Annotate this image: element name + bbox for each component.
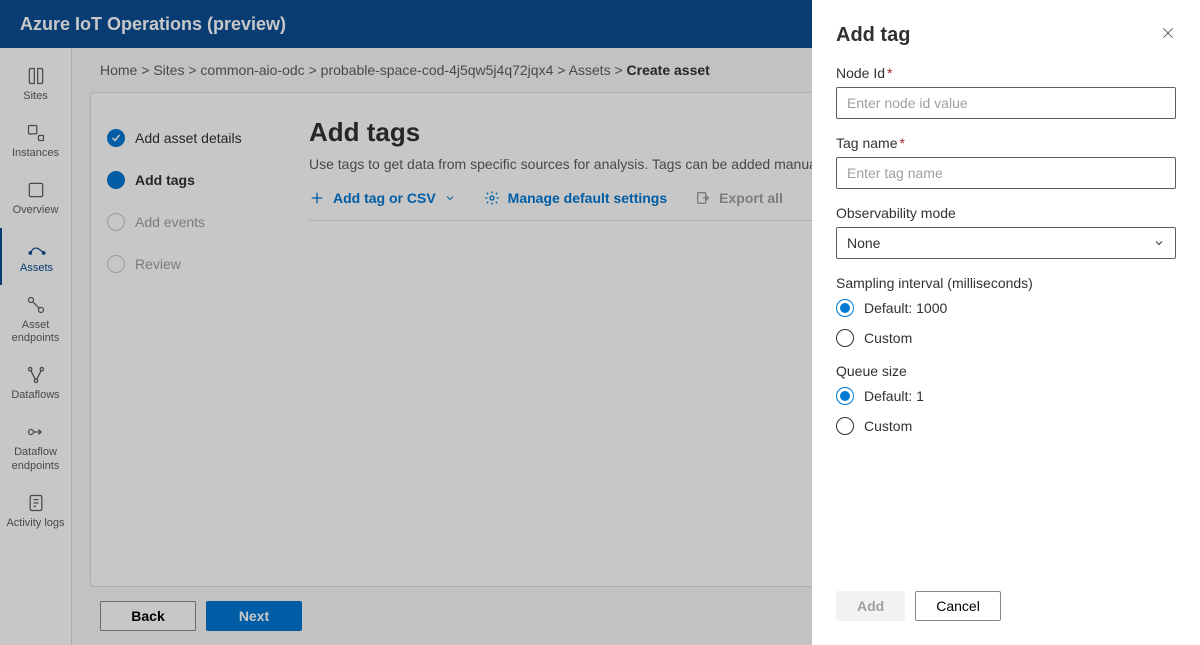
queue-label: Queue size [836,363,1176,379]
panel-cancel-button[interactable]: Cancel [915,591,1001,621]
radio-icon [836,417,854,435]
radio-icon [836,329,854,347]
sampling-custom-radio[interactable]: Custom [836,329,1176,347]
panel-header: Add tag [836,24,1176,47]
queue-group: Queue size Default: 1 Custom [836,363,1176,435]
required-asterisk: * [887,65,892,81]
panel-title: Add tag [836,24,910,47]
panel-footer: Add Cancel [836,575,1176,621]
required-asterisk: * [899,135,904,151]
radio-label: Custom [864,330,912,346]
chevron-down-icon [1153,237,1165,249]
sampling-default-radio[interactable]: Default: 1000 [836,299,1176,317]
radio-icon [836,387,854,405]
obs-mode-group: Observability mode None [836,205,1176,259]
node-id-label: Node Id* [836,65,1176,81]
radio-label: Default: 1 [864,388,924,404]
obs-mode-select[interactable]: None [836,227,1176,259]
tag-name-label: Tag name* [836,135,1176,151]
queue-custom-radio[interactable]: Custom [836,417,1176,435]
radio-label: Custom [864,418,912,434]
radio-label: Default: 1000 [864,300,947,316]
panel-add-button: Add [836,591,905,621]
tag-name-group: Tag name* [836,135,1176,189]
add-tag-panel: Add tag Node Id* Tag name* Observability… [812,0,1200,645]
node-id-group: Node Id* [836,65,1176,119]
queue-default-radio[interactable]: Default: 1 [836,387,1176,405]
select-value: None [847,235,880,251]
tag-name-input[interactable] [836,157,1176,189]
node-id-input[interactable] [836,87,1176,119]
sampling-group: Sampling interval (milliseconds) Default… [836,275,1176,347]
radio-icon [836,299,854,317]
close-icon[interactable] [1160,25,1176,46]
obs-mode-label: Observability mode [836,205,1176,221]
sampling-label: Sampling interval (milliseconds) [836,275,1176,291]
